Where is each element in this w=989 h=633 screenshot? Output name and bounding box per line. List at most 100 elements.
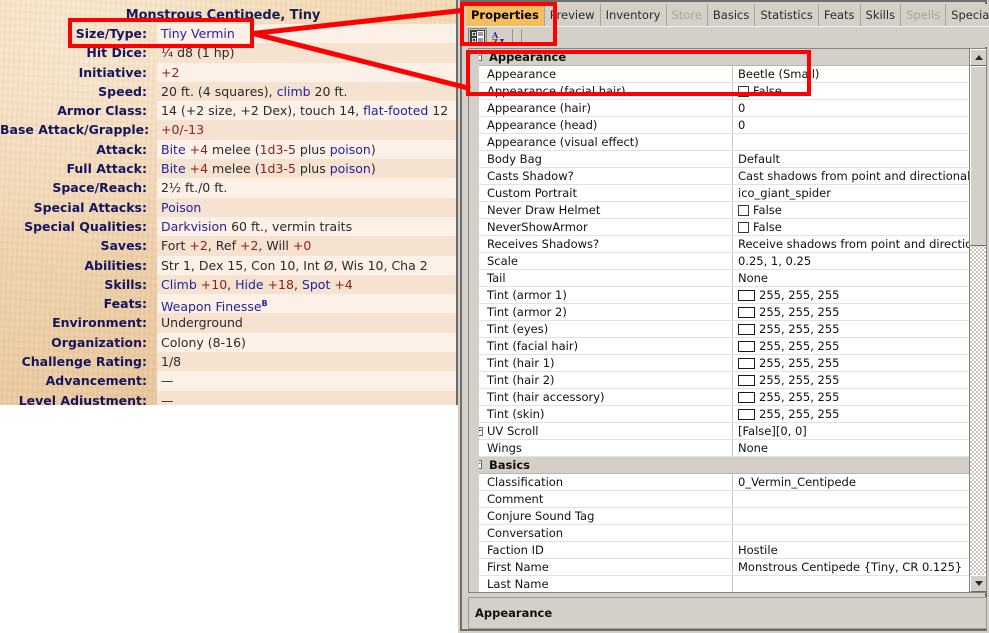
scroll-down-button[interactable] bbox=[970, 575, 986, 592]
appearance-row-highlight bbox=[466, 50, 811, 96]
tab-feats[interactable]: Feats bbox=[819, 4, 861, 26]
property-row[interactable]: NeverShowArmor False bbox=[469, 219, 971, 236]
property-row[interactable]: Conjure Sound Tag bbox=[469, 508, 971, 525]
property-value-label: None bbox=[738, 441, 769, 455]
property-value-label: Hostile bbox=[738, 543, 778, 557]
property-name-label: Custom Portrait bbox=[487, 186, 577, 200]
checkbox-icon[interactable] bbox=[738, 221, 749, 233]
property-row[interactable]: Tint (eyes) 255, 255, 255 bbox=[469, 321, 971, 338]
property-row[interactable]: Tint (armor 1) 255, 255, 255 bbox=[469, 287, 971, 304]
property-value[interactable] bbox=[733, 508, 971, 524]
property-row[interactable]: Appearance (head) 0 bbox=[469, 117, 971, 134]
property-row[interactable]: Casts Shadow? Cast shadows from point and… bbox=[469, 168, 971, 185]
property-value[interactable]: None bbox=[733, 440, 971, 456]
color-swatch[interactable] bbox=[738, 323, 755, 335]
property-value[interactable]: 255, 255, 255 bbox=[733, 287, 971, 303]
property-row[interactable]: Tint (hair accessory) 255, 255, 255 bbox=[469, 389, 971, 406]
property-row[interactable]: Faction ID Hostile bbox=[469, 542, 971, 559]
property-row[interactable]: Last Name bbox=[469, 576, 971, 592]
tab-special-abili[interactable]: Special Abili bbox=[946, 4, 989, 26]
property-value[interactable]: 255, 255, 255 bbox=[733, 304, 971, 320]
color-swatch[interactable] bbox=[738, 408, 755, 420]
color-swatch[interactable] bbox=[738, 306, 755, 318]
property-row[interactable]: Appearance (visual effect) bbox=[469, 134, 971, 151]
property-value[interactable]: 0_Vermin_Centipede bbox=[733, 474, 971, 490]
property-row[interactable]: +UV Scroll [False][0, 0] bbox=[469, 423, 971, 440]
color-swatch[interactable] bbox=[738, 374, 755, 386]
property-row[interactable]: Receives Shadows? Receive shadows from po… bbox=[469, 236, 971, 253]
stat-value-part: plus bbox=[295, 161, 330, 177]
color-swatch[interactable] bbox=[738, 391, 755, 403]
property-value[interactable]: Monstrous Centipede {Tiny, CR 0.125} bbox=[733, 559, 971, 575]
property-value[interactable]: 255, 255, 255 bbox=[733, 321, 971, 337]
property-row[interactable]: Body Bag Default bbox=[469, 151, 971, 168]
property-value[interactable]: 255, 255, 255 bbox=[733, 389, 971, 405]
stat-value-part: climb bbox=[276, 83, 311, 99]
property-row[interactable]: Custom Portrait ico_giant_spider bbox=[469, 185, 971, 202]
property-value[interactable]: Hostile bbox=[733, 542, 971, 558]
property-value[interactable]: 255, 255, 255 bbox=[733, 406, 971, 422]
property-row[interactable]: Classification 0_Vermin_Centipede bbox=[469, 474, 971, 491]
grid-vertical-scrollbar[interactable] bbox=[969, 49, 986, 592]
property-row[interactable]: Tail None bbox=[469, 270, 971, 287]
property-grid[interactable]: −AppearanceAppearanceBeetle (Small)Appea… bbox=[468, 48, 987, 593]
stat-value-part: Spot bbox=[301, 276, 331, 292]
property-name-label: Tint (hair 2) bbox=[487, 373, 555, 387]
tab-inventory[interactable]: Inventory bbox=[601, 4, 667, 26]
stat-value-part: Hide bbox=[235, 276, 264, 292]
property-row[interactable]: Tint (hair 2) 255, 255, 255 bbox=[469, 372, 971, 389]
checkbox-icon[interactable] bbox=[738, 204, 749, 216]
property-name: Never Draw Helmet bbox=[469, 202, 733, 218]
stat-value-part: melee ( bbox=[208, 161, 260, 177]
property-row[interactable]: Tint (skin) 255, 255, 255 bbox=[469, 406, 971, 423]
property-row[interactable]: Conversation bbox=[469, 525, 971, 542]
tab-basics[interactable]: Basics bbox=[708, 4, 756, 26]
property-value[interactable]: 255, 255, 255 bbox=[733, 338, 971, 354]
property-value[interactable]: None bbox=[733, 270, 971, 286]
property-name-label: Conversation bbox=[487, 526, 564, 540]
scroll-up-button[interactable] bbox=[970, 49, 986, 66]
property-value[interactable]: Receive shadows from point and direction… bbox=[733, 236, 971, 252]
property-value[interactable] bbox=[733, 134, 971, 150]
stat-value-part: +4 bbox=[185, 141, 209, 157]
property-value[interactable] bbox=[733, 491, 971, 507]
property-row[interactable]: Appearance (hair) 0 bbox=[469, 100, 971, 117]
stat-value: +0/-13 bbox=[157, 120, 456, 140]
chevron-down-icon bbox=[974, 581, 983, 586]
scrollbar-thumb[interactable] bbox=[970, 66, 986, 246]
property-row[interactable]: Comment bbox=[469, 491, 971, 508]
property-row[interactable]: First Name Monstrous Centipede {Tiny, CR … bbox=[469, 559, 971, 576]
property-value[interactable]: Default bbox=[733, 151, 971, 167]
property-value[interactable]: False bbox=[733, 219, 971, 235]
color-swatch[interactable] bbox=[738, 289, 755, 301]
property-name: NeverShowArmor bbox=[469, 219, 733, 235]
property-row[interactable]: Tint (facial hair) 255, 255, 255 bbox=[469, 338, 971, 355]
color-swatch[interactable] bbox=[738, 357, 755, 369]
property-value[interactable]: Cast shadows from point and directional … bbox=[733, 168, 971, 184]
stat-label: Full Attack: bbox=[66, 161, 147, 177]
tab-statistics[interactable]: Statistics bbox=[755, 4, 819, 26]
property-row[interactable]: Scale 0.25, 1, 0.25 bbox=[469, 253, 971, 270]
tab-skills[interactable]: Skills bbox=[861, 4, 902, 26]
stat-value: 1/8 bbox=[157, 352, 456, 372]
property-value[interactable]: 0.25, 1, 0.25 bbox=[733, 253, 971, 269]
property-value[interactable]: ico_giant_spider bbox=[733, 185, 971, 201]
property-value[interactable]: 255, 255, 255 bbox=[733, 372, 971, 388]
property-value[interactable] bbox=[733, 576, 971, 592]
property-value[interactable]: [False][0, 0] bbox=[733, 423, 971, 439]
property-row[interactable]: Tint (armor 2) 255, 255, 255 bbox=[469, 304, 971, 321]
stat-label: Organization: bbox=[51, 334, 147, 350]
property-row[interactable]: Wings None bbox=[469, 440, 971, 457]
property-name-label: Appearance (head) bbox=[487, 118, 598, 132]
property-row[interactable]: Tint (hair 1) 255, 255, 255 bbox=[469, 355, 971, 372]
property-value[interactable]: False bbox=[733, 202, 971, 218]
property-value[interactable]: 0 bbox=[733, 117, 971, 133]
color-swatch[interactable] bbox=[738, 340, 755, 352]
property-value[interactable] bbox=[733, 525, 971, 541]
stat-value-part: poison bbox=[329, 141, 371, 157]
property-row[interactable]: Never Draw Helmet False bbox=[469, 202, 971, 219]
stat-value-part: +2 bbox=[189, 238, 208, 254]
property-group-header[interactable]: −Basics bbox=[469, 457, 971, 474]
property-value[interactable]: 255, 255, 255 bbox=[733, 355, 971, 371]
property-value[interactable]: 0 bbox=[733, 100, 971, 116]
